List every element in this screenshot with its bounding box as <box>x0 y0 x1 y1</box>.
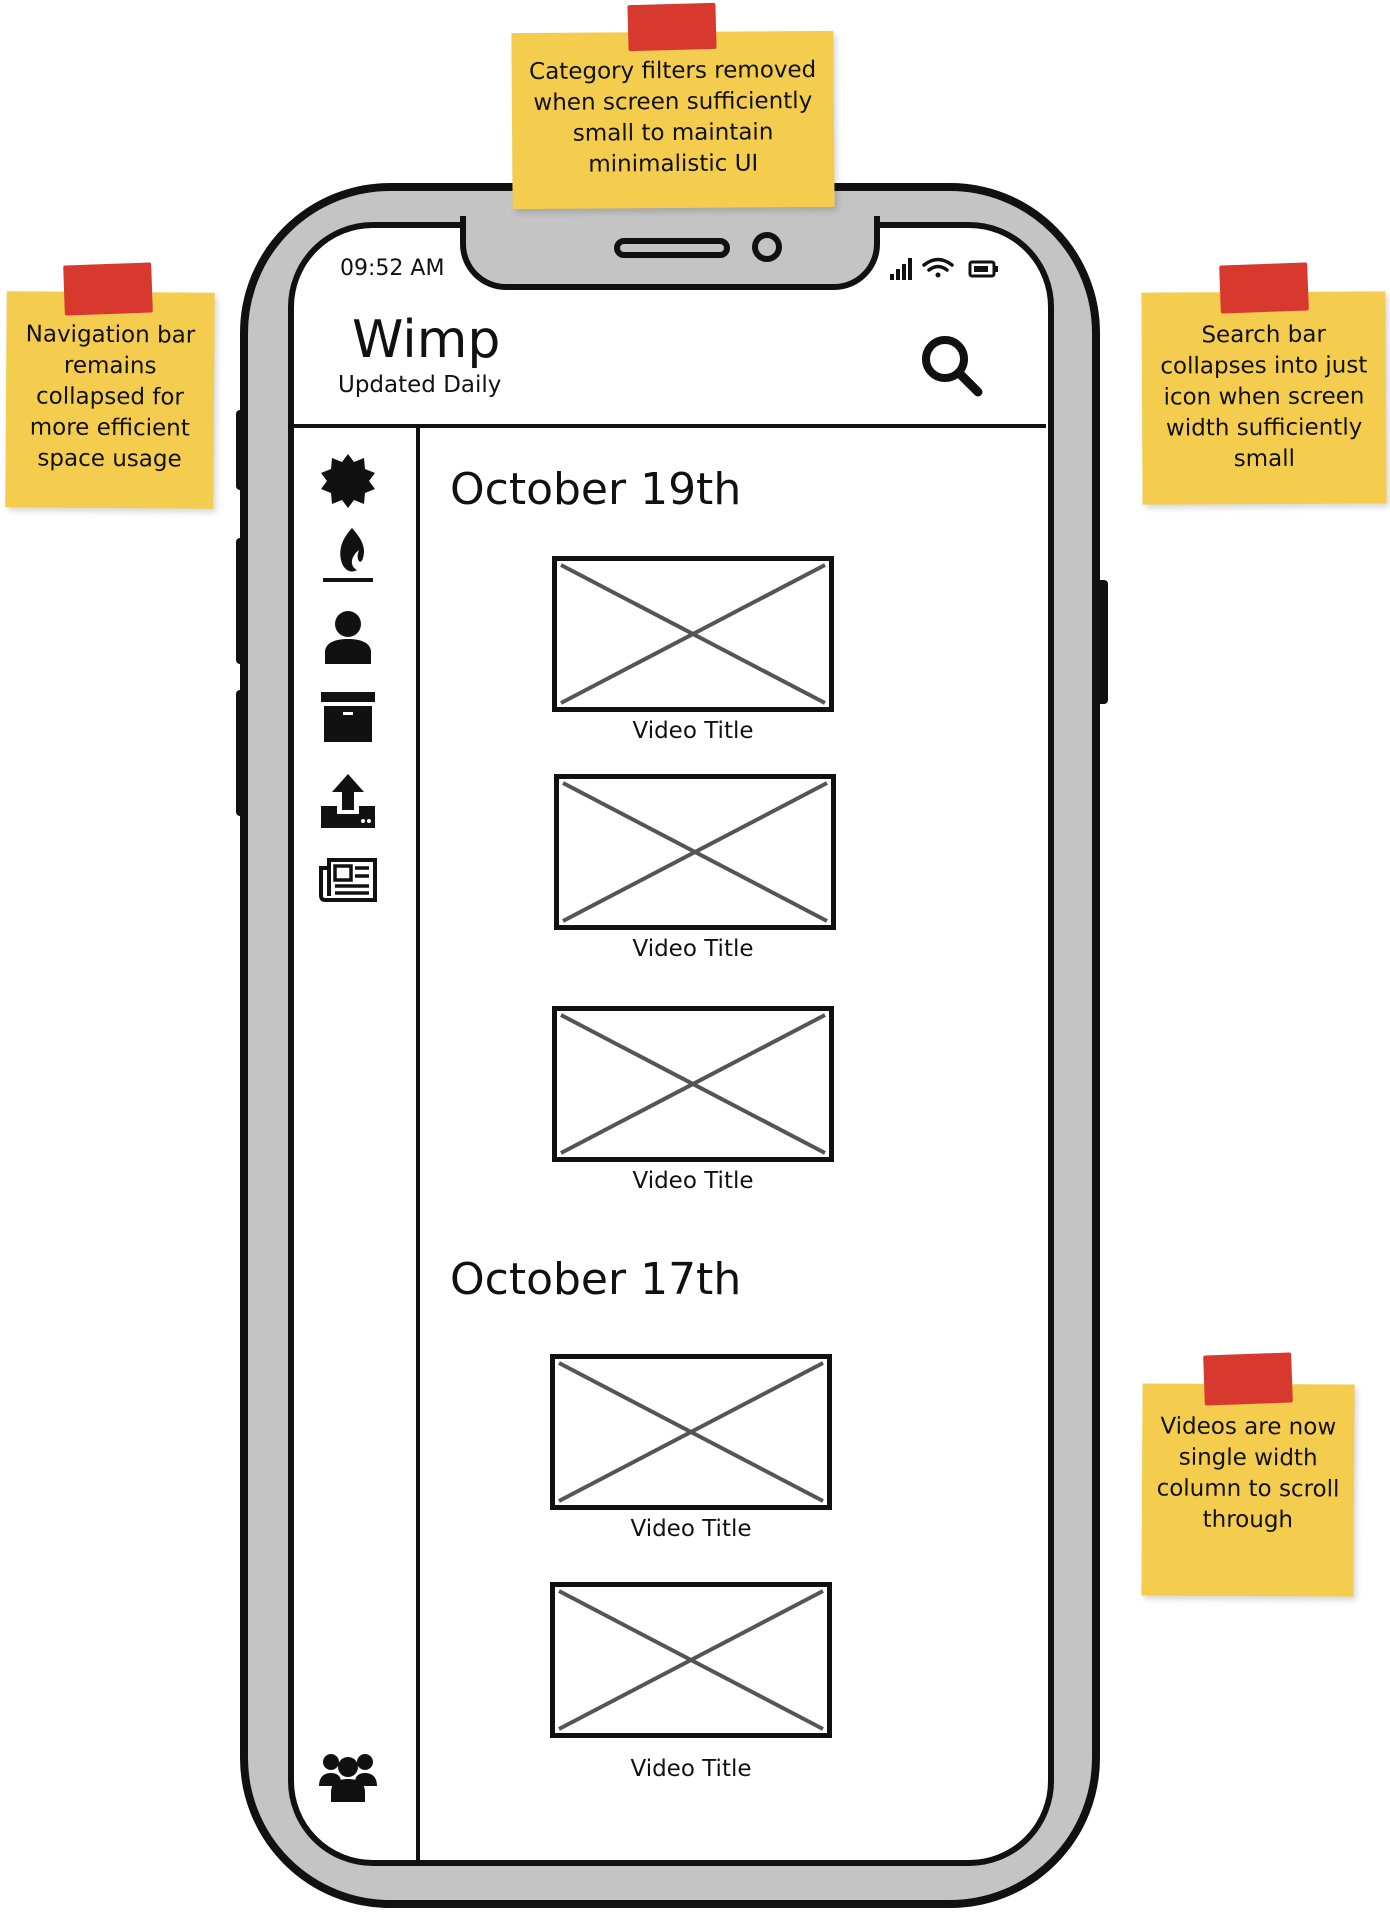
wifi-icon <box>922 257 954 278</box>
badge-icon <box>321 454 375 508</box>
archive-box-icon <box>321 692 375 742</box>
note-tape <box>1203 1352 1293 1406</box>
status-icons <box>888 254 1008 282</box>
note-text: Navigation bar remains collapsed for mor… <box>25 321 196 473</box>
nav-item-trending[interactable] <box>310 524 386 586</box>
image-placeholder-icon <box>560 1013 826 1155</box>
nav-item-featured[interactable] <box>310 450 386 512</box>
users-group-icon <box>319 1754 377 1802</box>
app-title: Wimp <box>352 310 501 370</box>
note-tape <box>63 262 153 316</box>
date-heading: October 19th <box>450 464 742 515</box>
image-placeholder-icon <box>558 1589 824 1731</box>
video-title[interactable]: Video Title <box>552 718 834 744</box>
video-thumbnail[interactable] <box>552 556 834 712</box>
video-title[interactable]: Video Title <box>552 936 834 962</box>
note-text: Videos are now single width column to sc… <box>1156 1413 1340 1534</box>
video-title[interactable]: Video Title <box>550 1756 832 1782</box>
sticky-note-single-column: Videos are now single width column to sc… <box>1141 1383 1355 1597</box>
status-time: 09:52 AM <box>340 256 445 281</box>
video-thumbnail[interactable] <box>552 1006 834 1162</box>
image-placeholder-icon <box>560 563 826 705</box>
signal-icon <box>890 258 912 280</box>
video-title[interactable]: Video Title <box>550 1516 832 1542</box>
sticky-note-search-bar: Search bar collapses into just icon when… <box>1141 291 1387 505</box>
mute-switch <box>236 410 246 490</box>
volume-up-button <box>236 538 246 664</box>
note-tape <box>1219 262 1309 314</box>
volume-down-button <box>236 690 246 816</box>
note-text: Search bar collapses into just icon when… <box>1160 321 1368 473</box>
sticky-note-category-filters: Category filters removed when screen suf… <box>511 30 835 210</box>
header-divider <box>294 424 1046 428</box>
power-button <box>1096 580 1108 704</box>
user-icon <box>325 611 371 664</box>
video-thumbnail[interactable] <box>554 774 836 930</box>
nav-item-news[interactable] <box>310 848 386 910</box>
image-placeholder-icon <box>558 1361 824 1503</box>
nav-divider <box>416 428 420 1864</box>
search-icon <box>922 336 983 397</box>
video-thumbnail[interactable] <box>550 1354 832 1510</box>
upload-icon <box>321 774 375 828</box>
nav-item-upload[interactable] <box>310 770 386 832</box>
nav-item-profile[interactable] <box>310 606 386 668</box>
battery-icon <box>968 260 998 278</box>
video-thumbnail[interactable] <box>550 1582 832 1738</box>
video-title[interactable]: Video Title <box>552 1168 834 1194</box>
sticky-note-navigation: Navigation bar remains collapsed for mor… <box>5 291 215 509</box>
note-tape <box>627 2 717 52</box>
front-camera <box>752 232 782 262</box>
nav-item-archive[interactable] <box>310 686 386 748</box>
speaker-grille <box>614 238 730 258</box>
date-heading: October 17th <box>450 1254 742 1305</box>
app-subtitle: Updated Daily <box>338 372 502 398</box>
note-text: Category filters removed when screen suf… <box>529 56 817 178</box>
newspaper-icon <box>319 858 377 902</box>
flame-icon <box>323 528 373 582</box>
image-placeholder-icon <box>562 781 828 923</box>
search-button[interactable] <box>918 332 984 398</box>
nav-item-community[interactable] <box>310 1744 386 1806</box>
